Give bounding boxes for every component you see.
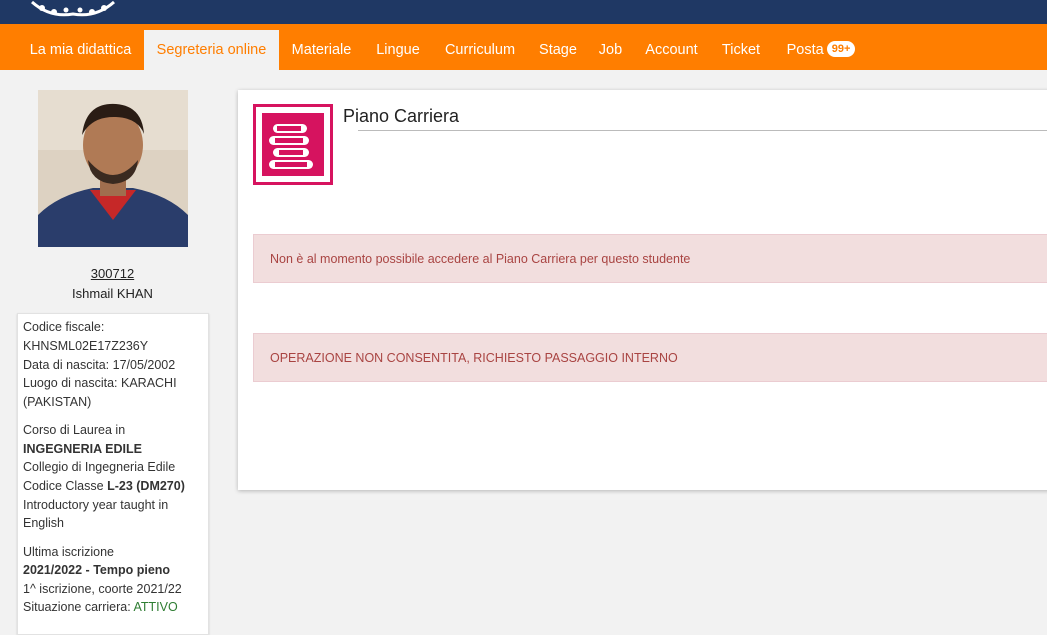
codice-classe-label: Codice Classe [23,479,108,493]
nav-item-lingue[interactable]: Lingue [364,30,432,70]
ultima-iscrizione-value: 2021/2022 - Tempo pieno [23,563,171,577]
books-stack-icon [253,104,333,185]
nav-item-la-mia-didattica[interactable]: La mia didattica [17,30,144,70]
codice-fiscale-value: KHNSML02E17Z236Y [23,339,149,353]
nav-item-posta[interactable]: Posta 99+ [772,30,870,70]
ultima-iscrizione-label: Ultima iscrizione [23,545,114,559]
title-divider [358,130,1047,131]
codice-fiscale-label: Codice fiscale: [23,320,105,334]
luogo-nascita: Luogo di nascita: KARACHI [23,376,177,390]
student-id-link[interactable]: 300712 [0,266,225,281]
student-name: Ishmail KHAN [72,286,153,301]
situazione-carriera: Situazione carriera: ATTIVO [23,598,178,617]
corso-label: Corso di Laurea in [23,423,126,437]
nav-item-job[interactable]: Job [588,30,633,70]
codice-classe: Codice Classe L-23 (DM270) [23,477,185,496]
nav-item-stage[interactable]: Stage [528,30,588,70]
nav-item-materiale[interactable]: Materiale [279,30,364,70]
nav-item-ticket[interactable]: Ticket [710,30,772,70]
codice-classe-value: L-23 (DM270) [107,479,185,493]
student-photo [38,90,188,247]
luogo-nascita-country: (PAKISTAN) [23,395,92,409]
situazione-label: Situazione carriera: [23,600,134,614]
data-nascita: Data di nascita: 17/05/2002 [23,358,176,372]
alert-access-unavailable: Non è al momento possibile accedere al P… [253,234,1047,283]
corso-name: INGEGNERIA EDILE [23,442,142,456]
intro-year-language: English [23,516,64,530]
mail-count-badge: 99+ [826,41,856,58]
nav-item-segreteria-online[interactable]: Segreteria online [144,30,279,70]
university-logo-icon [31,0,115,17]
alert-operation-not-allowed: OPERAZIONE NON CONSENTITA, RICHIESTO PAS… [253,333,1047,382]
top-header [0,0,1047,24]
nav-item-posta-label: Posta [786,42,824,58]
nav-item-account[interactable]: Account [633,30,710,70]
student-portrait-icon [38,90,188,247]
situazione-value: ATTIVO [133,600,178,614]
content-panel [238,90,1047,490]
coorte-text: 1^ iscrizione, coorte 2021/22 [23,582,182,596]
intro-year-text: Introductory year taught in [23,498,169,512]
collegio-name: Collegio di Ingegneria Edile [23,460,176,474]
page-title: Piano Carriera [343,106,460,126]
student-info-card: Codice fiscale: KHNSML02E17Z236Y Data di… [17,313,209,635]
main-navigation: La mia didattica Segreteria online Mater… [0,30,1047,70]
nav-item-curriculum[interactable]: Curriculum [432,30,528,70]
